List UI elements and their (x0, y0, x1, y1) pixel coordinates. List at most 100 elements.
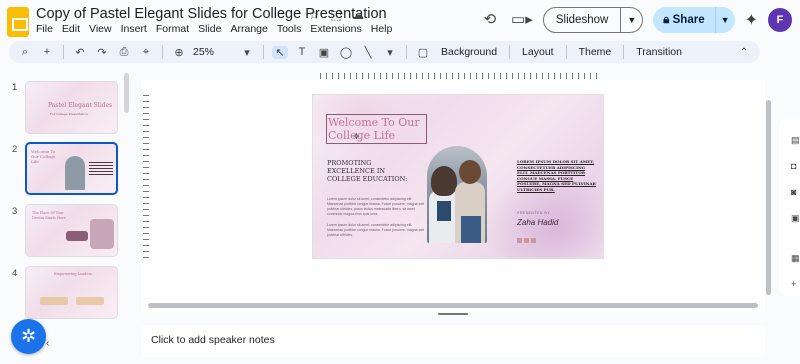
transition-button[interactable]: Transition (632, 46, 686, 58)
collapse-filmstrip-icon[interactable]: ‹ (46, 338, 49, 349)
facebook-icon (517, 238, 522, 243)
text-box-icon[interactable]: T (294, 46, 310, 58)
presented-by-label[interactable]: PRESENTED BY (517, 211, 550, 215)
slide-body-paragraph-1[interactable]: Lorem ipsum dolor sit amet, consectetur … (327, 197, 427, 217)
slide-title-line-1: Welcome To Our (328, 116, 420, 129)
slide-number: 3 (12, 206, 18, 217)
thumb-text-block (89, 162, 113, 176)
instagram-icon (524, 238, 529, 243)
horizontal-ruler[interactable] (320, 73, 598, 79)
zoom-icon[interactable]: ⊕ (171, 46, 187, 59)
theme-button[interactable]: Theme (575, 46, 616, 58)
slide-body-paragraph-2[interactable]: Lorem ipsum dolor sit amet, consectetur … (327, 223, 427, 238)
slide-heading-line: COLLEGE EDUCATION: (327, 175, 408, 183)
print-icon[interactable]: ⎙ (116, 46, 132, 59)
keep-icon[interactable]: ◘ (791, 162, 800, 171)
current-slide[interactable]: Welcome To Our College Life ✛ PROMOTING … (313, 95, 603, 258)
slide-number: 2 (12, 144, 18, 155)
collapse-toolbar-icon[interactable]: ⌃ (736, 47, 752, 58)
thumb-photo (65, 156, 85, 190)
menu-view[interactable]: View (89, 23, 112, 35)
thumb-title: Pastel Elegant Slides (48, 102, 113, 109)
move-to-folder-icon[interactable]: ⬚ (329, 8, 343, 22)
menu-help[interactable]: Help (371, 23, 393, 35)
cloud-saved-icon[interactable]: ☁ (351, 8, 365, 22)
avatar[interactable]: F (768, 8, 792, 32)
tasks-icon[interactable]: ◙ (791, 188, 800, 197)
menu-edit[interactable]: Edit (62, 23, 80, 35)
filmstrip-scrollbar[interactable] (124, 73, 129, 113)
menu-insert[interactable]: Insert (121, 23, 147, 35)
thumb-subtitle: For College Presentation (50, 112, 88, 116)
comment-icon[interactable]: ▢ (415, 46, 431, 59)
presenter-name[interactable]: Zaha Hadid (517, 218, 558, 227)
search-menus-icon[interactable]: ⌕ (17, 46, 33, 59)
zoom-select[interactable]: 25% (193, 46, 233, 58)
twitter-icon (531, 238, 536, 243)
menu-file[interactable]: File (36, 23, 53, 35)
thumb-button-shape (66, 231, 88, 241)
redo-icon[interactable]: ↷ (94, 46, 110, 59)
slides-logo[interactable] (7, 7, 29, 37)
contacts-icon[interactable]: ▣ (791, 214, 800, 223)
slide-thumbnail-3[interactable]: The Place Of Your Dream Starts Here (25, 204, 118, 257)
slide-thumbnail-1[interactable]: Pastel Elegant Slides For College Presen… (25, 81, 118, 134)
share-button[interactable]: 🔒︎ Share ▼ (653, 7, 735, 33)
slide-heading[interactable]: PROMOTING EXCELLENCE IN COLLEGE EDUCATIO… (327, 159, 423, 183)
zoom-dropdown-icon[interactable]: ▾ (239, 46, 255, 59)
background-button[interactable]: Background (437, 46, 501, 58)
social-icons (517, 238, 536, 243)
gemini-assist-button[interactable]: ✲ (11, 319, 46, 354)
speaker-notes-placeholder: Click to add speaker notes (151, 334, 275, 346)
select-cursor-icon[interactable]: ↖ (272, 45, 288, 59)
text-cursor-icon: ✛ (353, 132, 360, 141)
students-photo[interactable] (427, 146, 487, 243)
slide-heading-line: EXCELLENCE IN (327, 167, 386, 175)
toolbar: ⌕ + ↶ ↷ ⎙ ⌖ ⊕ 25% ▾ ↖ T ▣ ◯ ╲ ▾ ▢ Backgr… (9, 41, 760, 63)
image-icon[interactable]: ▣ (316, 46, 332, 59)
slide-title-line-2: College Life (328, 129, 396, 142)
slideshow-button[interactable]: Slideshow ▼ (542, 7, 644, 33)
menu-tools[interactable]: Tools (277, 23, 302, 35)
side-panel: ▤ ◘ ◙ ▣ ▦ + (779, 118, 800, 296)
new-slide-icon[interactable]: + (39, 46, 55, 58)
slide-heading-line: PROMOTING (327, 159, 372, 167)
menu-slide[interactable]: Slide (198, 23, 221, 35)
history-icon[interactable]: ⟲ (479, 9, 501, 31)
star-icon[interactable]: ☆ (307, 8, 321, 22)
video-camera-icon[interactable]: ▭▸ (511, 9, 533, 31)
share-label: Share (672, 14, 705, 26)
thumb-photo (90, 219, 114, 249)
speaker-notes[interactable]: Click to add speaker notes (141, 325, 765, 357)
line-icon[interactable]: ╲ (360, 46, 376, 59)
thumb-title: The Place Of Your Dream Starts Here (32, 211, 66, 220)
slideshow-label[interactable]: Slideshow (544, 8, 620, 32)
slide-thumbnail-4[interactable]: Empowering Leaders (25, 266, 118, 319)
menu-extensions[interactable]: Extensions (310, 23, 361, 35)
menu-arrange[interactable]: Arrange (230, 23, 267, 35)
layout-button[interactable]: Layout (518, 46, 558, 58)
slide-number: 1 (12, 82, 18, 93)
line-dropdown-icon[interactable]: ▾ (382, 46, 398, 59)
add-on-icon[interactable]: + (791, 280, 800, 289)
canvas-horizontal-scrollbar[interactable] (148, 303, 758, 308)
calendar-icon[interactable]: ▤ (791, 136, 800, 145)
thumb-title: Empowering Leaders (54, 272, 92, 276)
slide-right-heading[interactable]: LOREM IPSUM DOLOR SIT AMET, CONSECTETUER… (517, 159, 597, 193)
notes-resize-handle[interactable] (438, 313, 468, 315)
gemini-sparkle-icon[interactable]: ✦ (745, 10, 758, 30)
canvas-vertical-scrollbar[interactable] (766, 100, 771, 295)
share-dropdown-icon[interactable]: ▼ (714, 7, 735, 33)
menu-bar: File Edit View Insert Format Slide Arran… (36, 23, 392, 35)
slide-thumbnail-2[interactable]: Welcome To Our College Life (25, 142, 118, 195)
vertical-ruler[interactable] (143, 95, 149, 258)
maps-icon[interactable]: ▦ (791, 254, 800, 263)
shape-icon[interactable]: ◯ (338, 46, 354, 59)
undo-icon[interactable]: ↶ (72, 46, 88, 59)
slideshow-dropdown-icon[interactable]: ▼ (620, 8, 642, 32)
paint-format-icon[interactable]: ⌖ (138, 46, 154, 59)
thumb-title: Welcome To Our College Life (31, 149, 56, 164)
lock-icon: 🔒︎ (663, 14, 673, 26)
slide-title-box[interactable]: Welcome To Our College Life ✛ (326, 114, 427, 144)
menu-format[interactable]: Format (156, 23, 189, 35)
